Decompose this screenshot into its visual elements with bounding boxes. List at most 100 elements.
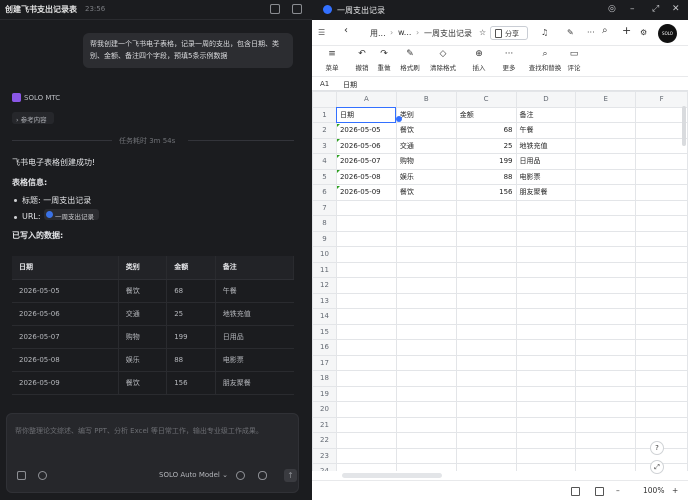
sheet-cell[interactable]: 午餐 [515,122,577,139]
sheet-cell[interactable] [515,354,577,371]
sheet-cell[interactable]: 购物 [395,153,457,170]
sheet-cell[interactable] [395,308,457,325]
sheet-cell[interactable]: 2026-05-08 [335,168,397,185]
row-header[interactable]: 12 [312,277,337,294]
zoom-in-icon[interactable]: + [672,486,678,495]
sheet-cell[interactable] [635,230,688,247]
sheet-cell[interactable] [575,261,637,278]
freeze-icon[interactable] [595,487,604,496]
sheet-cell[interactable] [575,230,637,247]
sheet-cell[interactable] [635,199,688,216]
sheet-cell[interactable] [335,416,397,433]
sheet-cell[interactable] [395,292,457,309]
mic-icon[interactable] [258,471,267,480]
sheet-cell[interactable] [515,401,577,418]
sheet-cell[interactable] [635,215,688,232]
select-all[interactable] [312,91,337,108]
row-header[interactable]: 21 [312,416,337,433]
more-button[interactable]: ··· 更多 [497,49,521,72]
sheet-cell[interactable] [575,184,637,201]
share-button[interactable]: 分享 [490,26,528,40]
sheet-cell[interactable]: 日用品 [515,153,577,170]
reference-button[interactable]: › 参考内容 [12,112,54,124]
help-icon[interactable]: ? [650,441,664,455]
sheet-grid[interactable]: A B C D E F 1 日期 类别 金额 备注 2 2026-05-05 餐饮 68 午餐 3 2… [312,91,688,471]
model-selector[interactable]: SOLO Auto Model ⌄ [159,471,228,479]
undo-button[interactable]: ↶ 撤销 [352,49,372,72]
sheet-cell[interactable] [635,122,688,139]
sheet-cell[interactable] [635,153,688,170]
sheet-cell[interactable] [635,401,688,418]
more-icon[interactable]: ··· [587,28,595,37]
sheet-cell[interactable] [455,199,517,216]
sheet-cell[interactable] [455,323,517,340]
sheet-cell[interactable] [335,215,397,232]
row-header[interactable]: 15 [312,323,337,340]
vertical-scrollbar[interactable] [682,106,686,146]
sheet-cell[interactable] [575,292,637,309]
sheet-cell[interactable] [575,153,637,170]
expand-icon[interactable] [17,471,26,480]
sheet-cell[interactable]: 地铁充值 [515,137,577,154]
formula-value[interactable]: 日期 [343,80,357,90]
sheet-cell[interactable] [395,416,457,433]
sheet-cell[interactable] [395,199,457,216]
sheet-cell[interactable]: 餐饮 [395,184,457,201]
find-replace-button[interactable]: ⌕ 查找和替换 [522,49,568,72]
close-icon[interactable]: ✕ [672,4,680,14]
breadcrumb-item[interactable]: 用... [370,28,386,39]
sheet-cell[interactable] [575,323,637,340]
url-link-text[interactable]: 一周支出记录 [55,211,94,221]
col-header[interactable]: F [635,91,688,108]
sheet-cell[interactable] [515,323,577,340]
sheet-cell[interactable]: 日期 [335,106,397,123]
sheet-cell[interactable] [515,292,577,309]
sheet-cell[interactable] [395,261,457,278]
sheet-cell[interactable]: 备注 [515,106,577,123]
sheet-cell[interactable] [455,292,517,309]
maximize-icon[interactable]: ⤢ [652,4,659,14]
row-header[interactable]: 7 [312,199,337,216]
sheet-cell[interactable] [335,292,397,309]
cell-reference[interactable]: A1 [320,80,329,88]
sheet-cell[interactable]: 88 [455,168,517,185]
row-header[interactable]: 22 [312,432,337,449]
sheet-cell[interactable] [575,308,637,325]
sheet-cell[interactable] [575,277,637,294]
row-header[interactable]: 20 [312,401,337,418]
sheet-cell[interactable] [455,308,517,325]
sheet-cell[interactable] [635,261,688,278]
sheet-cell[interactable]: 25 [455,137,517,154]
sheet-cell[interactable] [395,370,457,387]
add-icon[interactable]: + [622,24,631,37]
row-header[interactable]: 2 [312,122,337,139]
sheet-cell[interactable] [635,106,688,123]
sheet-cell[interactable] [395,339,457,356]
sheet-cell[interactable] [575,354,637,371]
row-header[interactable]: 16 [312,339,337,356]
sheet-cell[interactable] [455,339,517,356]
doc-title[interactable]: 一周支出记录 [424,28,472,39]
sheet-cell[interactable] [335,432,397,449]
send-button[interactable]: ↑ [284,469,297,482]
notification-icon[interactable]: ♫ [541,28,548,37]
sheet-cell[interactable] [335,401,397,418]
row-header[interactable]: 3 [312,137,337,154]
fullscreen-icon[interactable]: ⤢ [650,460,664,474]
sheet-cell[interactable]: 2026-05-07 [335,153,397,170]
sheet-cell[interactable]: 电影票 [515,168,577,185]
row-header[interactable]: 1 [312,106,337,123]
sheet-cell[interactable]: 娱乐 [395,168,457,185]
sheet-cell[interactable] [395,401,457,418]
sheet-cell[interactable] [575,122,637,139]
star-icon[interactable]: ☆ [479,28,486,37]
edit-icon[interactable]: ✎ [567,28,574,37]
sheet-cell[interactable]: 68 [455,122,517,139]
zoom-level[interactable]: 100% [643,486,664,495]
sheet-cell[interactable] [575,401,637,418]
sheet-cell[interactable] [395,385,457,402]
sheet-cell[interactable] [635,370,688,387]
sheet-cell[interactable] [335,199,397,216]
sheet-cell[interactable] [575,370,637,387]
sheet-cell[interactable] [395,323,457,340]
